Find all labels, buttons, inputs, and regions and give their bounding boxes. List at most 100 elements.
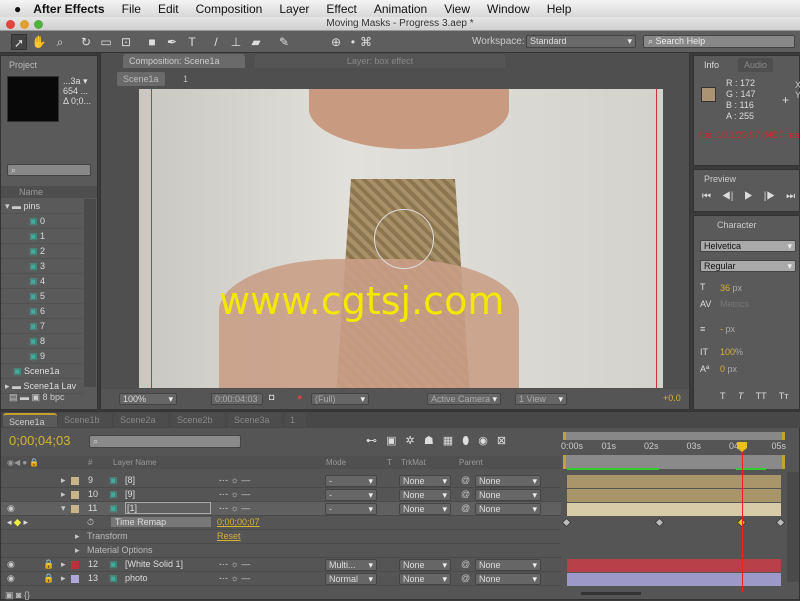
layer-row[interactable]: ◉ 🔒 ▸ 13 ▣ photo -·- ☼ — Normal None @ None: [1, 572, 561, 586]
menu-layer[interactable]: Layer: [279, 2, 309, 16]
search-help-input[interactable]: ⌕ Search Help: [643, 35, 795, 48]
tab-preview[interactable]: Preview: [698, 172, 743, 186]
expand-icon[interactable]: ▸: [61, 573, 66, 584]
close-button[interactable]: [6, 20, 15, 29]
brainstorm-icon[interactable]: ◉: [478, 435, 488, 447]
tab-timeline-scene1a[interactable]: Scene1a: [3, 413, 57, 427]
stroke-width-value[interactable]: - px: [720, 324, 735, 334]
timeline-scrollbar[interactable]: [787, 472, 799, 582]
tab-timeline-scene3a[interactable]: Scene3a: [228, 413, 282, 427]
tab-character[interactable]: Character: [711, 218, 763, 232]
zoom-button[interactable]: [34, 20, 43, 29]
mode-dropdown[interactable]: Multi...: [325, 559, 377, 571]
type-tool-icon[interactable]: T: [184, 34, 200, 50]
pickwhip-icon[interactable]: @: [461, 475, 470, 485]
expand-icon[interactable]: ▸: [61, 489, 66, 500]
eye-icon[interactable]: ◉: [7, 503, 15, 514]
switches[interactable]: -·- ☼ —: [219, 475, 250, 485]
graph-editor-icon[interactable]: ⊠: [497, 435, 506, 447]
header-layer-name[interactable]: Layer Name: [113, 456, 157, 469]
camera-tool-icon[interactable]: ▭: [98, 34, 114, 50]
layer-duration-bar[interactable]: [567, 503, 781, 516]
play-icon[interactable]: ▶: [744, 191, 753, 202]
axis-mode-icon[interactable]: ⊕: [328, 34, 344, 50]
label-color[interactable]: [71, 575, 79, 583]
layer-duration-bar[interactable]: [567, 489, 781, 502]
tab-timeline-scene2b[interactable]: Scene2b: [171, 413, 225, 427]
zoom-tool-icon[interactable]: ⌕: [52, 34, 68, 50]
project-item[interactable]: ▣ 1: [1, 229, 83, 244]
label-color[interactable]: [71, 561, 79, 569]
switches[interactable]: -·- ☼ —: [219, 573, 250, 583]
project-item[interactable]: ▣ 6: [1, 304, 83, 319]
next-frame-icon[interactable]: |▶: [764, 191, 776, 202]
last-frame-icon[interactable]: ⏭: [786, 191, 795, 202]
project-scrollbar[interactable]: [84, 199, 96, 387]
tab-layer[interactable]: Layer: box effect: [255, 54, 505, 68]
mode-dropdown[interactable]: -: [325, 489, 377, 501]
parent-dropdown[interactable]: None: [475, 475, 541, 487]
trkmat-dropdown[interactable]: None: [399, 503, 451, 515]
eye-icon[interactable]: ◉: [7, 559, 15, 570]
font-size-value[interactable]: 36 px: [720, 283, 742, 293]
zoom-dropdown[interactable]: 100%: [119, 393, 177, 405]
project-item[interactable]: ▣ 2: [1, 244, 83, 259]
time-ruler[interactable]: 0:00s 01s 02s 03s 04s 05s: [561, 440, 786, 454]
tab-timeline-scene2a[interactable]: Scene2a: [114, 413, 168, 427]
clone-stamp-tool-icon[interactable]: ⊥: [228, 34, 244, 50]
brush-tool-icon[interactable]: /: [208, 34, 224, 50]
lock-icon[interactable]: 🔒: [43, 573, 54, 584]
kerning-value[interactable]: Metrics: [720, 299, 749, 309]
camera-dropdown[interactable]: Active Camera: [427, 393, 501, 405]
selection-tool-icon[interactable]: ➚: [11, 34, 27, 50]
menu-help[interactable]: Help: [547, 2, 572, 16]
layer-duration-bar[interactable]: [567, 559, 781, 572]
mode-dropdown[interactable]: -: [325, 503, 377, 515]
property-group[interactable]: ▸ Material Options: [1, 544, 561, 558]
keyframe[interactable]: [654, 517, 665, 528]
parent-dropdown[interactable]: None: [475, 559, 541, 571]
zoom-slider[interactable]: [581, 592, 641, 595]
layer-row[interactable]: ▸ 9 ▣ [8] -·- ☼ — - None @ None: [1, 474, 561, 488]
layer-name[interactable]: [White Solid 1]: [125, 559, 183, 569]
expand-icon[interactable]: ▸: [61, 475, 66, 486]
stopwatch-icon[interactable]: ⏱: [87, 517, 94, 528]
tab-timeline-scene1b[interactable]: Scene1b: [58, 413, 112, 427]
tab-info[interactable]: Info: [698, 58, 726, 72]
workspace-dropdown[interactable]: Standard: [526, 35, 636, 48]
project-item[interactable]: ▾ ▬ pins: [1, 199, 83, 214]
channel-icon[interactable]: ●: [297, 392, 302, 402]
breadcrumb-scene1a[interactable]: Scene1a: [117, 72, 165, 86]
project-item[interactable]: ▣ 9: [1, 349, 83, 364]
first-frame-icon[interactable]: ⏮: [702, 191, 711, 202]
layer-duration-bar[interactable]: [567, 573, 781, 586]
project-search-input[interactable]: ⌕: [7, 164, 91, 176]
pen-tool-icon[interactable]: ✒: [164, 34, 180, 50]
project-item[interactable]: ▣ 7: [1, 319, 83, 334]
timeline-footer-icons[interactable]: ▣ ◙ {}: [5, 590, 30, 601]
text-style-buttons[interactable]: T T TT Tт: [720, 391, 788, 401]
style-dropdown[interactable]: Regular: [700, 260, 796, 272]
prev-frame-icon[interactable]: ◀|: [722, 191, 734, 202]
tab-project[interactable]: Project: [3, 58, 44, 72]
pickwhip-icon[interactable]: @: [461, 503, 470, 513]
switches[interactable]: -·- ☼ —: [219, 559, 250, 569]
parent-dropdown[interactable]: None: [475, 503, 541, 515]
menu-window[interactable]: Window: [487, 2, 530, 16]
mode-dropdown[interactable]: -: [325, 475, 377, 487]
trkmat-dropdown[interactable]: None: [399, 559, 451, 571]
draft-3d-icon[interactable]: ✲: [406, 435, 415, 447]
rotate-tool-icon[interactable]: ↻: [78, 34, 94, 50]
project-item[interactable]: ▣ 3: [1, 259, 83, 274]
layer-name[interactable]: photo: [125, 573, 148, 583]
view-axis-icon[interactable]: ⌘: [358, 34, 374, 50]
layer-row[interactable]: ◉ 🔒 ▸ 12 ▣ [White Solid 1] -·- ☼ — Multi... None…: [1, 558, 561, 572]
comp-mini-flowchart-icon[interactable]: ⊷: [366, 435, 377, 447]
menu-composition[interactable]: Composition: [196, 2, 263, 16]
label-color[interactable]: [71, 477, 79, 485]
font-dropdown[interactable]: Helvetica: [700, 240, 796, 252]
puppet-tool-icon[interactable]: ✎: [276, 34, 292, 50]
hand-tool-icon[interactable]: ✋: [31, 34, 47, 50]
layer-name[interactable]: [9]: [125, 489, 135, 499]
mode-dropdown[interactable]: Normal: [325, 573, 377, 585]
